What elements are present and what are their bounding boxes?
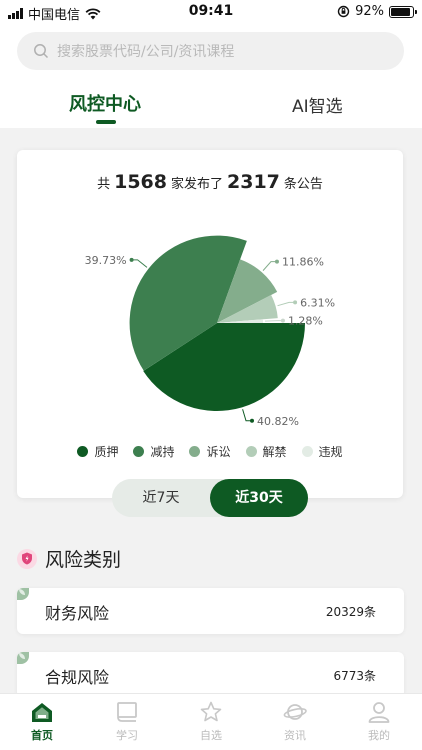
legend-item-pledge[interactable]: 质押 xyxy=(77,443,118,460)
tab-watchlist[interactable]: 自选 xyxy=(181,700,241,743)
orientation-lock-icon xyxy=(337,5,350,18)
legend-label: 违规 xyxy=(318,445,343,459)
leaf-icon xyxy=(17,652,29,664)
risk-category-heading: 风险类别 xyxy=(17,545,121,572)
tab-study[interactable]: 学习 xyxy=(97,700,157,743)
data-label-litigation: 11.86% xyxy=(282,256,324,269)
label-leader-litigation xyxy=(262,261,277,271)
data-label-reduction: 39.73% xyxy=(85,254,127,267)
risk-summary-card: 共 1568 家发布了 2317 条公告 40.82% 39.73% 11.86% 6.31%… xyxy=(17,150,403,498)
chart-legend: 质押 减持 诉讼 解禁 违规 xyxy=(17,443,403,460)
tab-profile[interactable]: 我的 xyxy=(349,700,409,743)
data-label-pledge: 40.82% xyxy=(257,415,299,428)
status-right: 92% xyxy=(337,4,417,19)
label-dot-unlock xyxy=(293,300,298,305)
risk-name: 合规风险 xyxy=(45,668,110,687)
risk-count: 6773条 xyxy=(333,669,376,683)
legend-swatch xyxy=(301,446,313,457)
battery-percent: 92% xyxy=(355,4,384,19)
legend-item-unlock[interactable]: 解禁 xyxy=(245,443,287,460)
label-dot-pledge xyxy=(250,418,255,423)
user-icon xyxy=(368,702,390,723)
legend-label: 解禁 xyxy=(262,445,287,459)
tab-label: 我的 xyxy=(368,729,390,742)
tab-label: 学习 xyxy=(116,729,138,742)
tab-ai-pick[interactable]: AI智选 xyxy=(292,92,343,117)
risk-row-compliance[interactable]: 合规风险 6773条 xyxy=(17,652,404,698)
tab-home[interactable]: 首页 xyxy=(12,700,72,743)
search-placeholder: 搜索股票代码/公司/资讯课程 xyxy=(57,44,235,60)
bottom-tab-bar: 首页 学习 自选 资讯 我的 xyxy=(0,693,422,750)
legend-item-violation[interactable]: 违规 xyxy=(301,443,343,460)
data-label-unlock: 6.31% xyxy=(300,296,335,309)
leaf-icon xyxy=(17,588,29,600)
legend-label: 质押 xyxy=(94,445,119,459)
label-leader-unlock xyxy=(277,301,296,307)
range-30-days-button[interactable]: 近30天 xyxy=(210,479,308,517)
planet-icon xyxy=(283,704,307,720)
battery-icon xyxy=(389,5,417,18)
legend-swatch xyxy=(189,446,201,457)
active-tab-indicator xyxy=(96,120,116,124)
legend-swatch xyxy=(133,446,145,457)
legend-swatch xyxy=(77,446,89,457)
star-icon xyxy=(200,701,222,722)
range-7-days-button[interactable]: 近7天 xyxy=(112,479,210,517)
tab-label: 资讯 xyxy=(284,729,306,742)
legend-item-reduction[interactable]: 减持 xyxy=(133,443,174,460)
status-bar: 中国电信 09:41 92% xyxy=(0,0,422,24)
section-title-text: 风险类别 xyxy=(45,549,122,571)
legend-label: 诉讼 xyxy=(206,445,231,459)
data-label-violation: 1.28% xyxy=(288,315,323,328)
legend-swatch xyxy=(245,446,257,457)
label-leader-reduction xyxy=(131,259,148,268)
risk-pie-chart: 40.82% 39.73% 11.86% 6.31% 1.28% xyxy=(85,235,335,428)
header-area: 中国电信 09:41 92% 搜索股票代码/公司/资讯课程 风控中心 AI智选 xyxy=(0,0,422,128)
risk-count: 20329条 xyxy=(325,605,376,619)
label-dot-violation xyxy=(280,318,285,323)
tab-label: 首页 xyxy=(31,729,53,742)
label-dot-litigation xyxy=(274,259,279,264)
home-icon xyxy=(32,703,52,722)
range-toggle: 近7天 近30天 xyxy=(112,479,308,517)
shield-icon xyxy=(17,548,37,569)
label-dot-reduction xyxy=(129,257,134,262)
top-tabs: 风控中心 AI智选 xyxy=(0,90,422,126)
search-icon xyxy=(34,44,49,59)
search-bar[interactable]: 搜索股票代码/公司/资讯课程 xyxy=(17,32,404,70)
legend-label: 减持 xyxy=(150,445,175,459)
risk-row-financial[interactable]: 财务风险 20329条 xyxy=(17,588,404,634)
label-leader-pledge xyxy=(242,409,253,422)
tab-news[interactable]: 资讯 xyxy=(265,700,325,743)
legend-item-litigation[interactable]: 诉讼 xyxy=(189,443,231,460)
tab-label: 自选 xyxy=(200,729,222,742)
book-icon xyxy=(117,702,137,722)
risk-name: 财务风险 xyxy=(45,604,110,623)
tab-risk-center[interactable]: 风控中心 xyxy=(69,90,141,116)
